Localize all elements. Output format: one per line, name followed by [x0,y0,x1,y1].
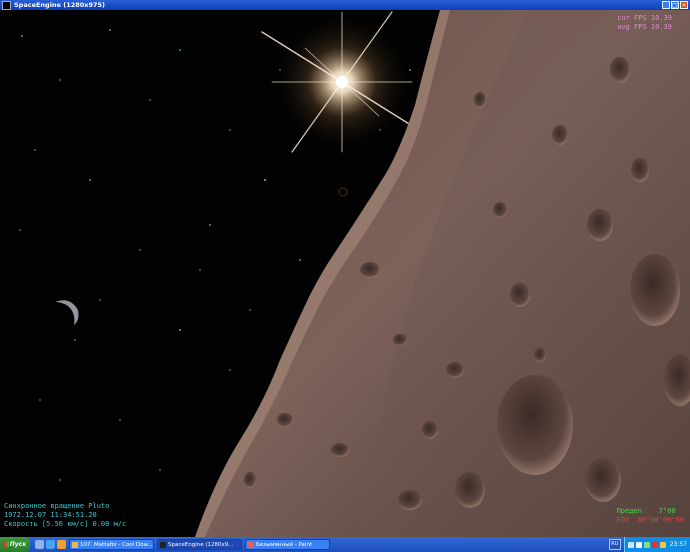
taskbar-task-button[interactable]: 107. Mattafix - Cool Dow... [69,539,154,550]
task-label: Безымянный - Paint [256,541,313,548]
fov-readout: FOV 60°00'00"00 [616,516,684,524]
antivirus-icon[interactable] [651,541,658,548]
task-label: 107. Mattafix - Cool Dow... [80,541,153,548]
window-title-bar[interactable]: SpaceEngine (1280x975) _ □ × [0,0,690,10]
space-viewport[interactable]: cur FPS 10.39 avg FPS 10.39 Синхронное в… [0,10,690,537]
show-desktop-icon[interactable] [35,540,44,549]
crescent-moon [55,300,79,325]
minimize-button[interactable]: _ [662,1,670,9]
spaceengine-app-icon [2,0,11,10]
navigation-info: Синхронное вращение Pluto 1972.12.07 11:… [4,502,126,529]
network-icon[interactable] [643,541,650,548]
close-button[interactable]: × [680,1,688,9]
taskbar: Пуск 107. Mattafix - Cool Dow... SpaceEng… [0,537,690,552]
avg-fps: avg FPS 10.39 [617,23,672,31]
fps-readout: cur FPS 10.39 avg FPS 10.39 [617,14,672,32]
camera-info: Предел 7°00 FOV 60°00'00"00 [617,507,684,525]
start-button[interactable]: Пуск [0,537,30,552]
speed-readout: Скорость [5.56 км/с] 0.00 м/с [4,520,127,528]
asteroid-surface [195,10,690,537]
internet-explorer-icon[interactable] [46,540,55,549]
system-tray: 23:57 [623,537,690,552]
taskbar-task-button[interactable]: SpaceEngine (1280x9... [157,539,242,550]
task-list: 107. Mattafix - Cool Dow... SpaceEngine (… [66,539,330,550]
clock[interactable]: 23:57 [670,541,687,548]
navigation-mode: Синхронное вращение Pluto [4,502,110,510]
quick-launch [35,540,66,549]
windows-logo-icon [3,542,9,547]
winamp-icon [72,541,78,548]
media-player-icon[interactable] [57,540,66,549]
cur-fps: cur FPS 10.39 [617,14,672,22]
speaker-icon[interactable] [635,541,642,548]
spaceengine-icon [160,541,166,548]
shield-icon[interactable] [659,541,666,548]
paint-icon [248,541,254,548]
maximize-button[interactable]: □ [671,1,679,9]
chevron-icon[interactable] [627,541,634,548]
window-title: SpaceEngine (1280x975) [14,1,106,9]
scene-render [19,10,690,537]
taskbar-task-button[interactable]: Безымянный - Paint [245,539,330,550]
start-label: Пуск [9,541,27,548]
language-indicator[interactable]: RU [608,539,621,550]
sim-date: 1972.12.07 11:34:51.20 [4,511,97,519]
limit-readout: Предел 7°00 [616,507,676,515]
task-label: SpaceEngine (1280x9... [168,541,234,548]
